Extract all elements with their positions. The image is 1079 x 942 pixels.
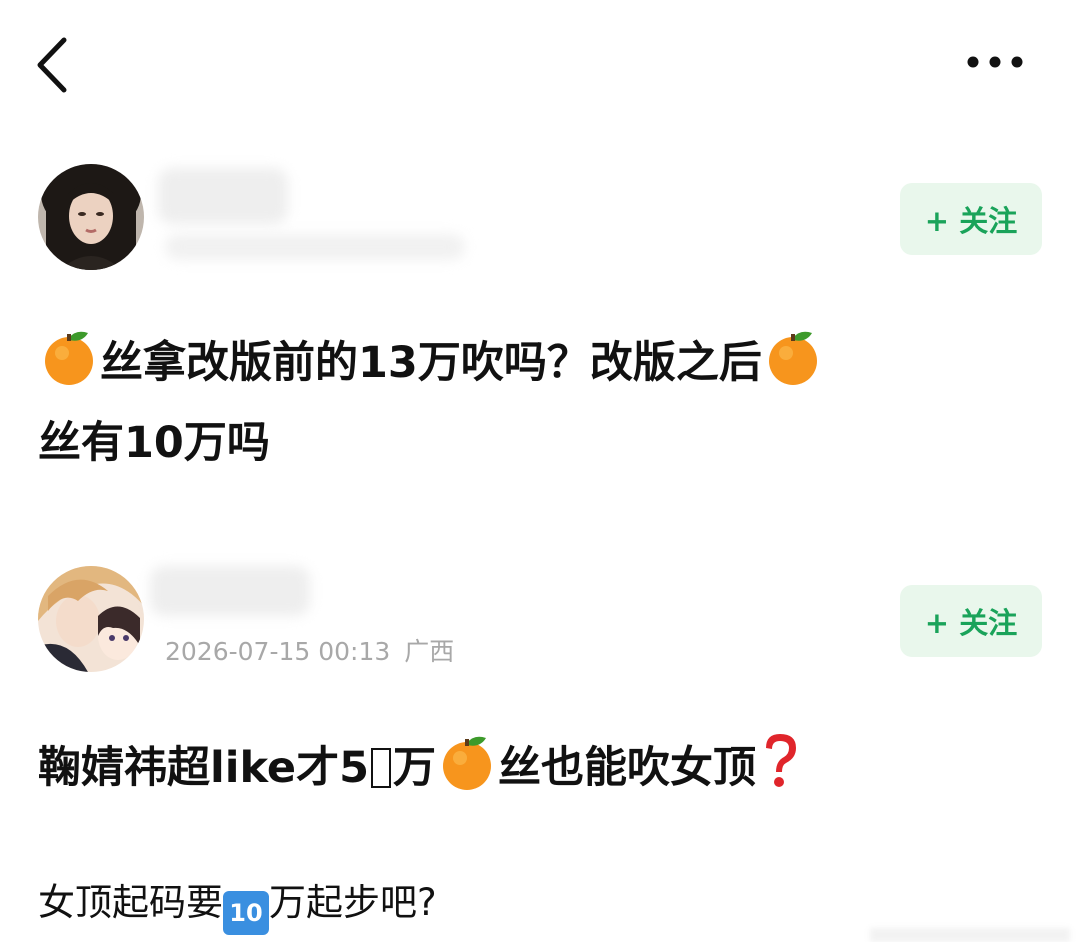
blurred-meta	[165, 234, 465, 260]
post-subtext-part: 女顶起码要	[38, 881, 223, 924]
timestamp: 2026-07-15 00:13	[165, 637, 391, 666]
keycap-ten-icon: 10	[223, 891, 269, 935]
post-text: 鞠婧祎超like才5 万 丝也能吹女顶	[38, 730, 1048, 813]
tangerine-emoji-icon	[436, 730, 498, 813]
post-text: 丝拿改版前的13万吹吗？改版之后 丝有10万吗	[38, 325, 1048, 478]
avatar[interactable]	[38, 164, 144, 270]
more-options-button[interactable]	[955, 42, 1035, 82]
missing-glyph	[371, 748, 392, 788]
more-horizontal-icon	[967, 56, 1023, 68]
follow-button[interactable]: + 关注	[900, 183, 1042, 255]
blurred-watermark	[870, 928, 1070, 942]
post-text-part: 丝也能吹女顶	[498, 743, 757, 793]
red-question-mark-icon	[756, 730, 804, 813]
tangerine-emoji-icon	[762, 325, 824, 408]
post-text-part: 鞠婧祎超like才5	[38, 743, 370, 793]
follow-button[interactable]: + 关注	[900, 585, 1042, 657]
post-text-part: 丝有10万吗	[38, 418, 270, 468]
post-text-part: 万	[393, 743, 437, 793]
blurred-username	[158, 168, 288, 224]
post-subtext: 女顶起码要 10 万起步吧?	[38, 872, 437, 935]
chevron-left-icon	[37, 37, 67, 93]
post-meta: 2026-07-15 00:13 广西	[165, 632, 454, 668]
top-nav-bar	[0, 0, 1079, 130]
location: 广西	[404, 637, 455, 666]
post-text-part: 丝拿改版前的13万吹吗？改版之后	[100, 338, 762, 388]
post-subtext-part: 万起步吧?	[269, 881, 437, 924]
tangerine-emoji-icon	[38, 325, 100, 408]
blurred-username	[150, 566, 310, 616]
avatar[interactable]	[38, 566, 144, 672]
back-button[interactable]	[28, 30, 78, 100]
